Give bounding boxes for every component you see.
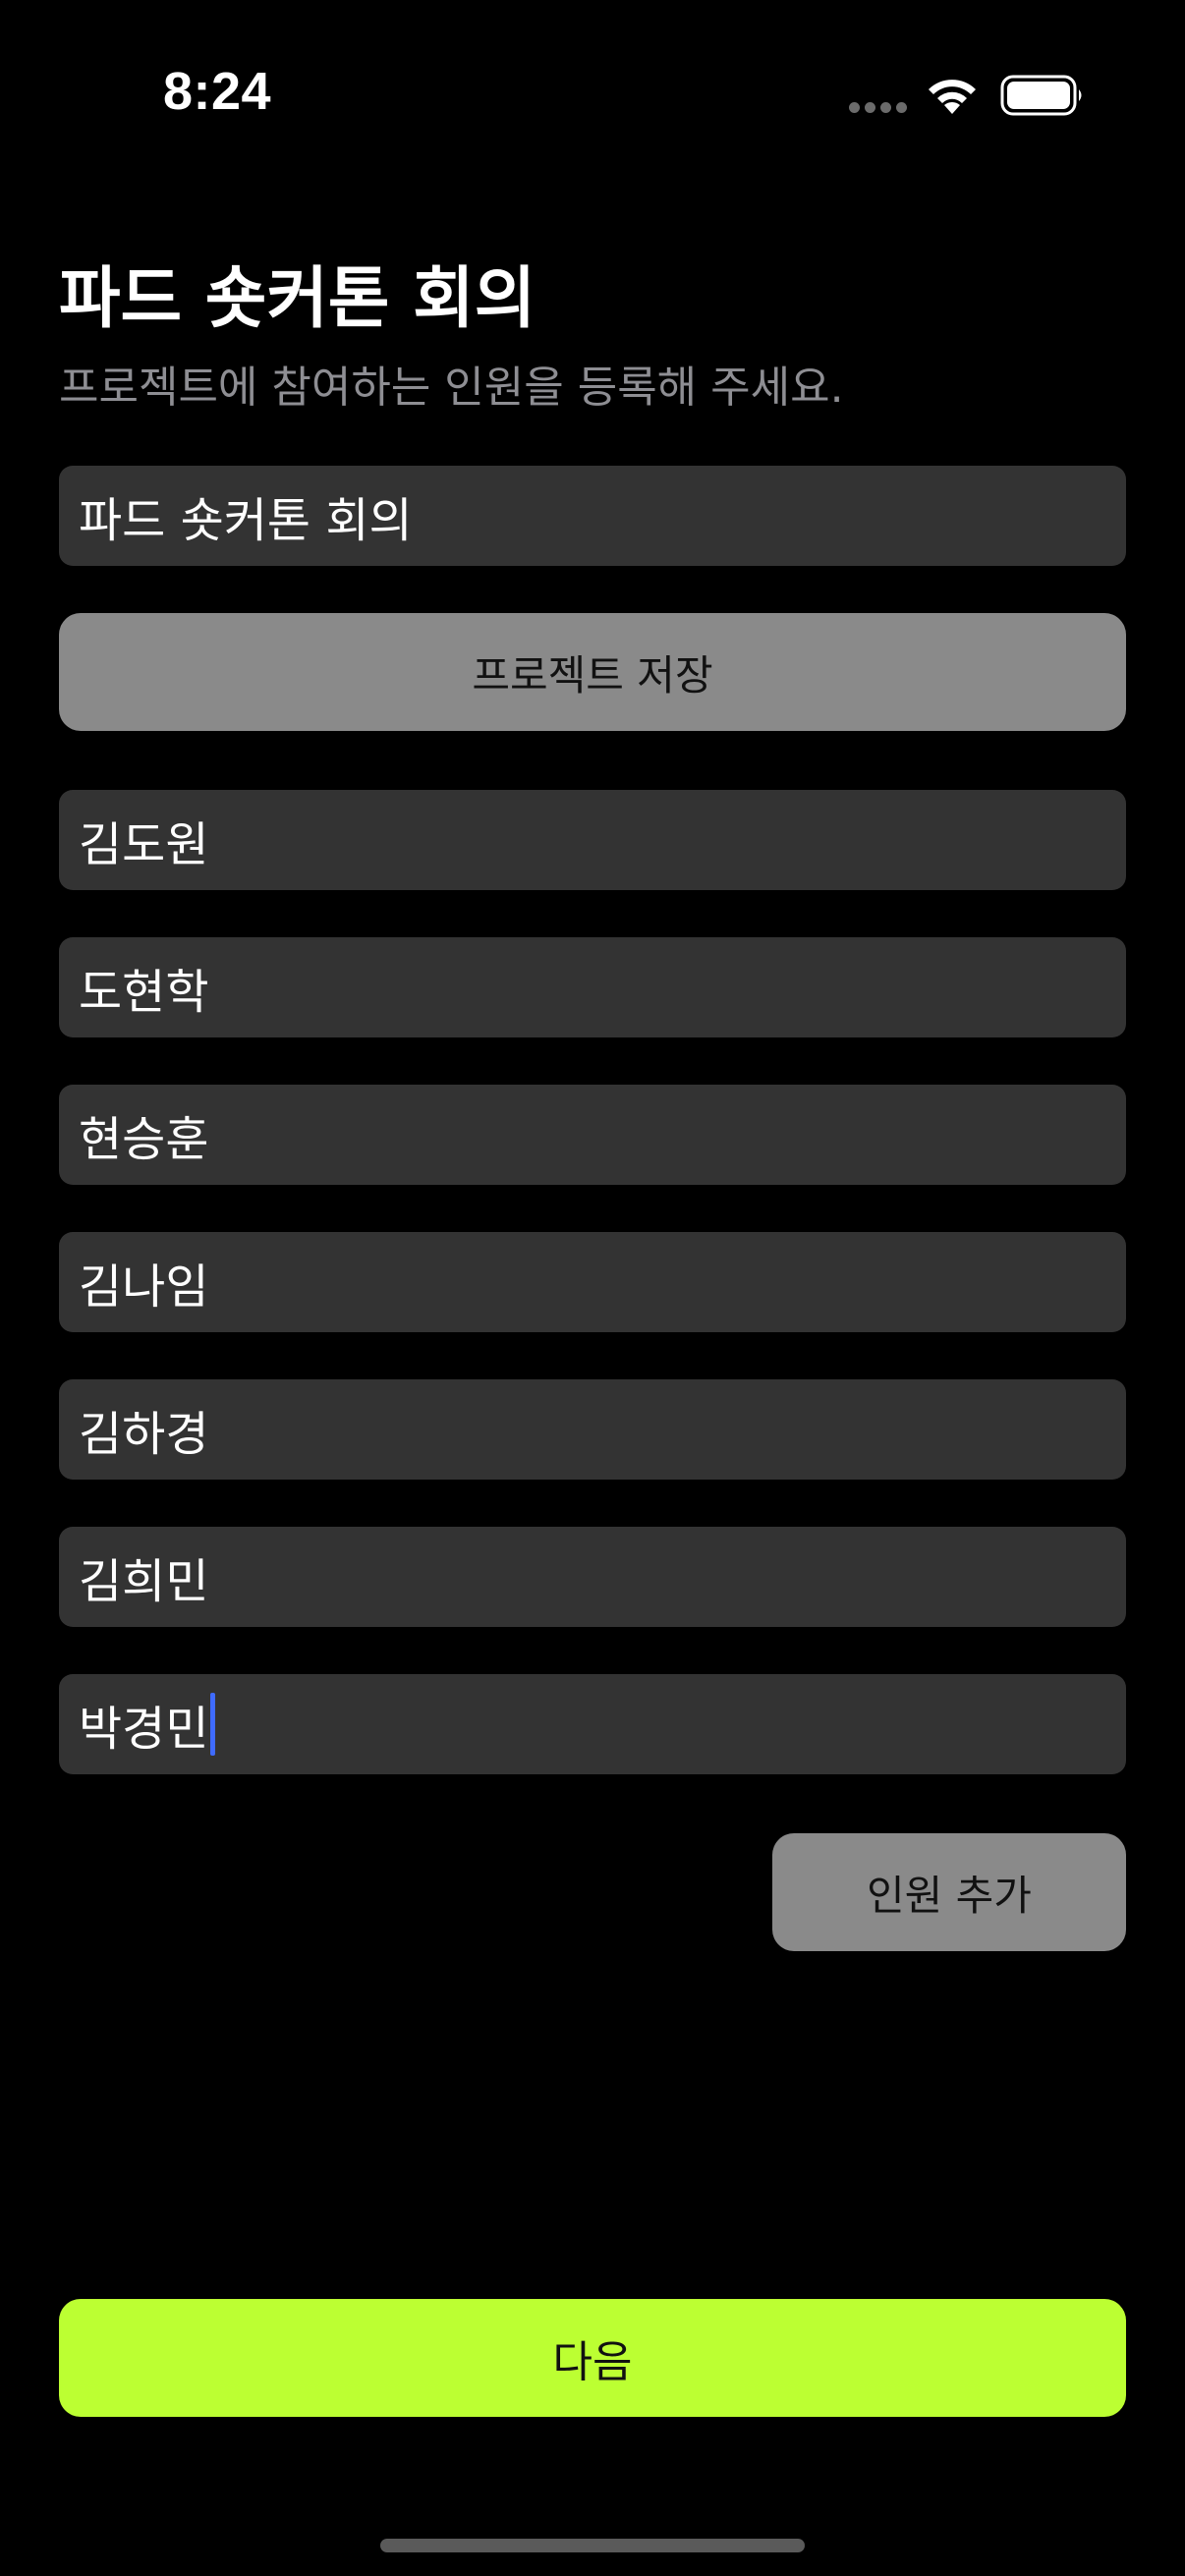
next-label: 다음 [552,2337,633,2387]
member-name: 박경민 [79,1702,209,1757]
page-subtitle: 프로젝트에 참여하는 인원을 등록해 주세요. [59,363,844,413]
member-field[interactable]: 김나임 [59,1232,1126,1332]
member-field[interactable]: 현승훈 [59,1085,1126,1185]
wifi-icon [929,80,976,114]
next-button[interactable]: 다음 [59,2299,1126,2417]
member-name: 김희민 [79,1554,209,1609]
page-title: 파드 숏커톤 회의 [59,260,536,338]
text-caret [210,1693,216,1756]
save-project-button[interactable]: 프로젝트 저장 [59,613,1126,731]
member-name: 도현학 [79,965,209,1020]
add-member-label: 인원 추가 [867,1871,1032,1920]
member-field-active[interactable]: 박경민 [59,1674,1126,1774]
member-name: 김나임 [79,1260,209,1315]
member-name: 김하경 [79,1407,209,1462]
member-name: 김도원 [79,817,209,872]
home-indicator[interactable] [380,2539,805,2552]
save-project-label: 프로젝트 저장 [472,650,713,700]
member-field[interactable]: 도현학 [59,937,1126,1037]
member-field[interactable]: 김도원 [59,790,1126,890]
signal-dots-icon [849,102,907,113]
screen: 8:24 파드 숏커톤 회의 프로젝트에 참여하는 인원을 등록해 주세요. 파… [0,0,1185,2576]
project-name-field[interactable]: 파드 숏커톤 회의 [59,466,1126,566]
status-time: 8:24 [163,62,272,121]
member-field[interactable]: 김희민 [59,1527,1126,1627]
add-member-button[interactable]: 인원 추가 [772,1833,1126,1951]
battery-icon [1000,75,1082,116]
member-name: 현승훈 [79,1112,209,1167]
project-name-value: 파드 숏커톤 회의 [79,493,413,548]
member-field[interactable]: 김하경 [59,1379,1126,1480]
